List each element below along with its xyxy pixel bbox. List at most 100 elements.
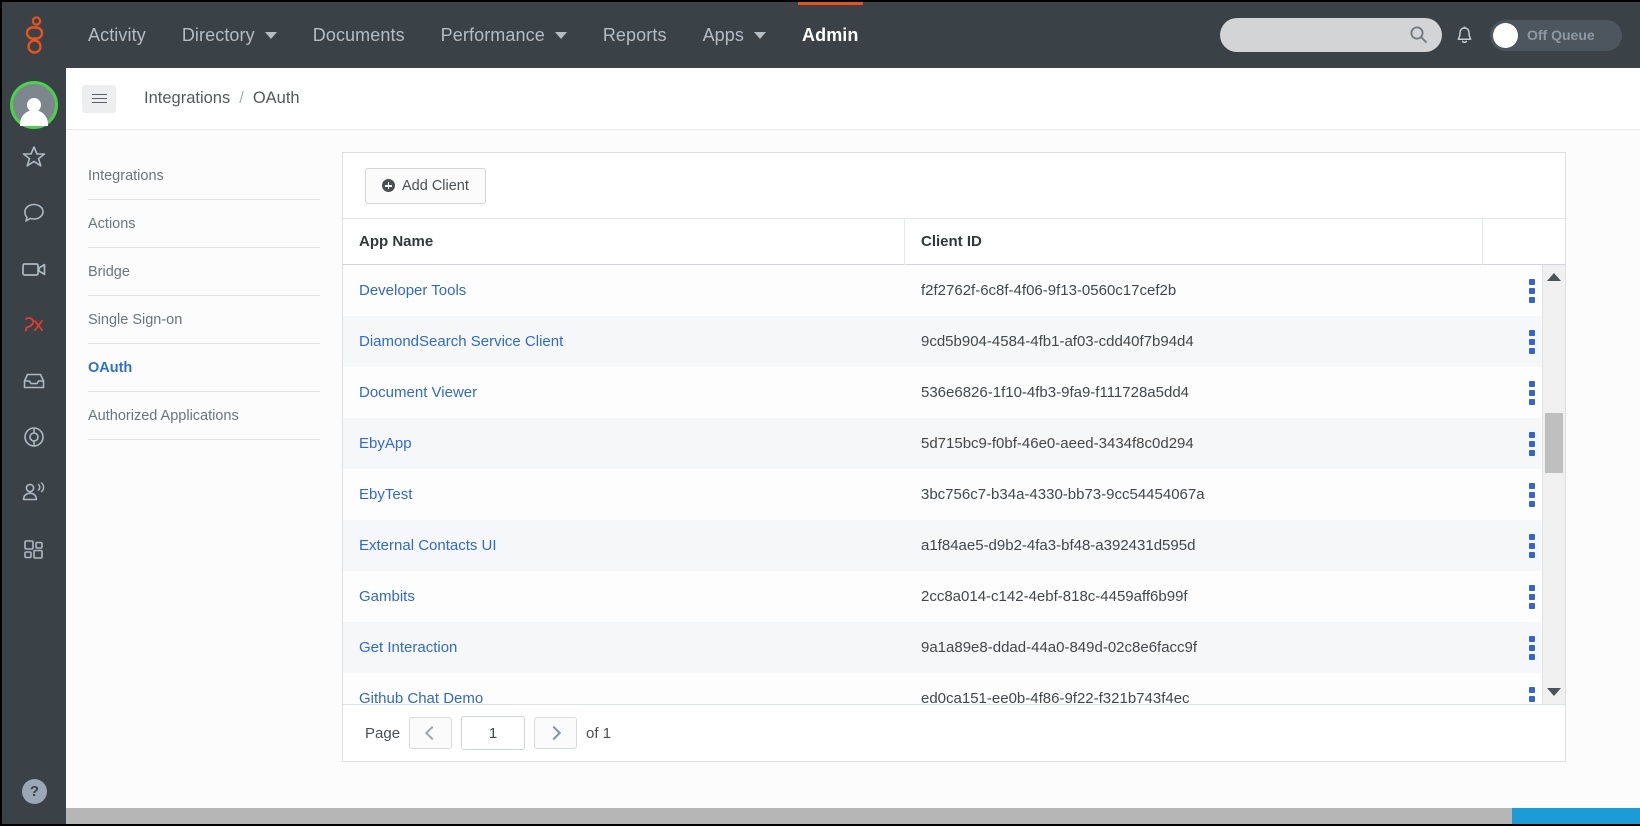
sidebar-item-label: Bridge (88, 264, 130, 280)
main-content: Integrations / OAuth Integrations Action… (66, 68, 1640, 824)
nav-item-documents[interactable]: Documents (295, 2, 423, 68)
table-row[interactable]: Github Chat Demo ed0ca151-ee0b-4f86-9f22… (343, 673, 1542, 704)
kebab-menu-icon[interactable] (1523, 380, 1541, 405)
hamburger-icon[interactable] (82, 84, 116, 113)
kebab-menu-icon[interactable] (1523, 482, 1541, 507)
nav-label: Performance (440, 24, 545, 45)
global-search[interactable] (1220, 18, 1442, 52)
person-speaking-icon[interactable] (2, 465, 66, 521)
cell-actions (1483, 520, 1542, 571)
table-row[interactable]: Get Interaction 9a1a89e8-ddad-44a0-849d-… (343, 622, 1542, 673)
window-horizontal-scrollbar[interactable] (66, 808, 1640, 824)
card-toolbar: Add Client (343, 153, 1565, 219)
sidebar-item-actions[interactable]: Actions (88, 200, 320, 248)
sidebar-item-label: Single Sign-on (88, 312, 183, 328)
nav-item-directory[interactable]: Directory (164, 2, 295, 68)
kebab-menu-icon[interactable] (1523, 686, 1541, 705)
kebab-menu-icon[interactable] (1523, 533, 1541, 558)
nav-item-admin[interactable]: Admin (784, 2, 877, 68)
cell-actions (1483, 418, 1542, 469)
target-icon[interactable] (2, 409, 66, 465)
table-row[interactable]: Document Viewer 536e6826-1f10-4fb3-9fa9-… (343, 367, 1542, 418)
breadcrumb-parent[interactable]: Integrations (144, 89, 230, 108)
left-icon-rail: ? (2, 68, 66, 824)
user-avatar[interactable] (10, 81, 58, 129)
previous-page-button[interactable] (409, 717, 453, 749)
search-input[interactable] (1234, 18, 1418, 52)
app-name-link[interactable]: Gambits (359, 588, 415, 605)
app-name-link[interactable]: DiamondSearch Service Client (359, 333, 563, 350)
app-name-link[interactable]: Github Chat Demo (359, 690, 483, 704)
sidebar-item-oauth[interactable]: OAuth (88, 344, 320, 392)
kebab-menu-icon[interactable] (1523, 584, 1541, 609)
next-page-button[interactable] (534, 717, 578, 749)
toggle-knob (1493, 22, 1518, 48)
caret-down-icon[interactable] (1547, 688, 1561, 696)
table-vertical-scrollbar[interactable] (1542, 265, 1565, 704)
table-row[interactable]: Gambits 2cc8a014-c142-4ebf-818c-4459aff6… (343, 571, 1542, 622)
column-header-actions (1483, 219, 1565, 265)
kebab-menu-icon[interactable] (1523, 635, 1541, 660)
oauth-clients-card: Add Client App Name Client ID Developer … (342, 152, 1566, 762)
cell-app-name: Developer Tools (343, 265, 905, 316)
chevron-down-icon (264, 31, 277, 39)
breadcrumb-bar: Integrations / OAuth (66, 68, 1640, 130)
add-client-label: Add Client (402, 177, 469, 194)
nav-label: Activity (88, 24, 146, 45)
table-row[interactable]: DiamondSearch Service Client 9cd5b904-45… (343, 316, 1542, 367)
table-row[interactable]: EbyApp 5d715bc9-f0bf-46e0-aeed-3434f8c0d… (343, 418, 1542, 469)
apps-grid-icon[interactable] (2, 521, 66, 577)
app-name-link[interactable]: Document Viewer (359, 384, 477, 401)
column-header-app-name[interactable]: App Name (343, 218, 905, 265)
cell-actions (1483, 469, 1542, 520)
app-name-link[interactable]: Get Interaction (359, 639, 457, 656)
queue-status-toggle[interactable]: Off Queue (1490, 19, 1622, 51)
scrollbar-thumb-horizontal[interactable] (1512, 808, 1640, 824)
add-client-button[interactable]: Add Client (365, 167, 486, 204)
total-pages-label: of 1 (586, 724, 612, 742)
kebab-menu-icon[interactable] (1523, 329, 1541, 354)
admin-subnav: Integrations Actions Bridge Single Sign-… (66, 130, 342, 824)
sidebar-item-integrations[interactable]: Integrations (88, 152, 320, 200)
column-header-client-id[interactable]: Client ID (905, 218, 1483, 265)
cell-actions (1483, 571, 1542, 622)
kebab-menu-icon[interactable] (1523, 431, 1541, 456)
app-name-link[interactable]: Developer Tools (359, 282, 466, 299)
cell-client-id: ed0ca151-ee0b-4f86-9f22-f321b743f4ec (921, 690, 1190, 704)
nav-item-apps[interactable]: Apps (685, 2, 784, 68)
nav-label: Apps (702, 24, 744, 45)
app-name-link[interactable]: EbyApp (359, 435, 412, 452)
video-camera-icon[interactable] (2, 241, 66, 297)
chevron-down-icon (754, 31, 766, 39)
sidebar-item-single-sign-on[interactable]: Single Sign-on (88, 296, 320, 344)
table-rows: Developer Tools f2f2762f-6c8f-4f06-9f13-… (343, 265, 1542, 704)
kebab-menu-icon[interactable] (1523, 278, 1541, 303)
inbox-tray-icon[interactable] (2, 353, 66, 409)
table-pagination: Page of 1 (343, 704, 1565, 761)
bell-icon[interactable] (1442, 15, 1486, 55)
help-button[interactable]: ? (22, 779, 47, 804)
sidebar-item-authorized-applications[interactable]: Authorized Applications (88, 392, 320, 440)
nav-item-activity[interactable]: Activity (70, 2, 164, 68)
star-icon[interactable] (2, 129, 66, 185)
genesys-logo-icon[interactable] (2, 2, 70, 68)
application-window: Activity Directory Documents Performance… (0, 0, 1640, 826)
cell-app-name: EbyApp (343, 418, 905, 469)
breadcrumb-current: OAuth (252, 89, 300, 107)
table-row[interactable]: EbyTest 3bc756c7-b34a-4330-bb73-9cc54454… (343, 469, 1542, 520)
table-row[interactable]: Developer Tools f2f2762f-6c8f-4f06-9f13-… (343, 265, 1542, 316)
nav-item-performance[interactable]: Performance (423, 2, 585, 68)
caret-up-icon[interactable] (1547, 273, 1561, 281)
chat-bubble-icon[interactable] (2, 185, 66, 241)
main-menu: Activity Directory Documents Performance… (70, 2, 877, 68)
page-label: Page (365, 724, 401, 742)
nav-item-reports[interactable]: Reports (585, 2, 685, 68)
app-name-link[interactable]: EbyTest (359, 486, 412, 503)
page-number-input[interactable] (461, 716, 526, 750)
cell-client-id: 2cc8a014-c142-4ebf-818c-4459aff6b99f (921, 588, 1188, 605)
app-name-link[interactable]: External Contacts UI (359, 537, 497, 554)
call-missed-icon[interactable] (2, 297, 66, 353)
sidebar-item-bridge[interactable]: Bridge (88, 248, 320, 296)
table-row[interactable]: External Contacts UI a1f84ae5-d9b2-4fa3-… (343, 520, 1542, 571)
scrollbar-thumb[interactable] (1545, 413, 1563, 473)
